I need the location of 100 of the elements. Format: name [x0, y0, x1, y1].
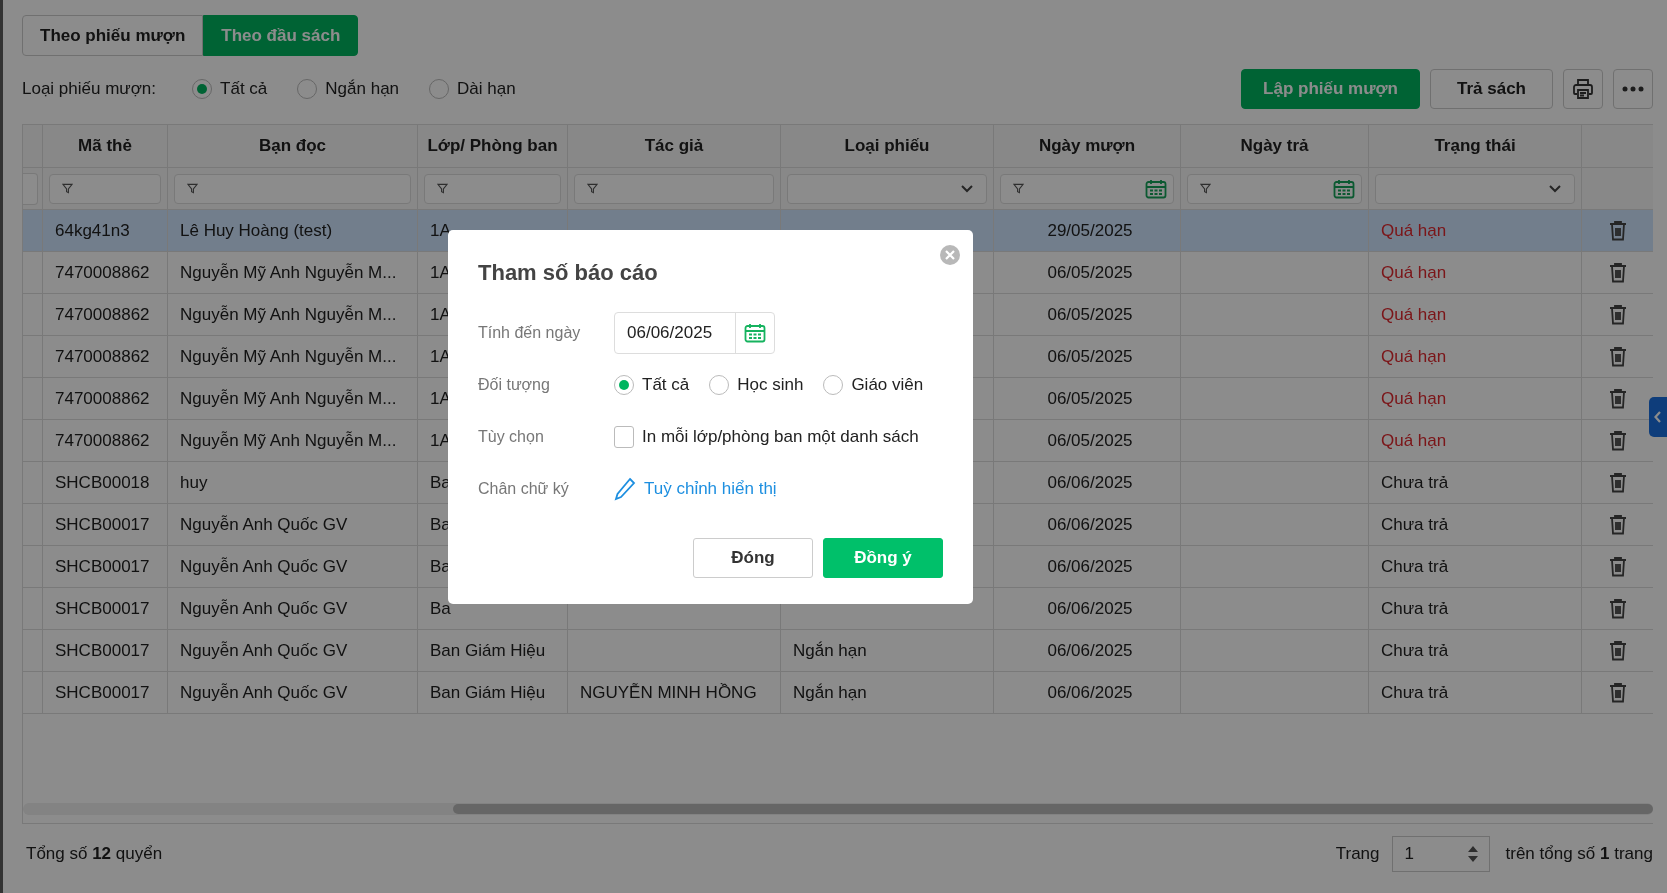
table-cell: huy: [180, 472, 208, 493]
trash-icon[interactable]: [1609, 598, 1627, 619]
table-cell: 06/06/2025: [1047, 598, 1133, 619]
page-total: trên tổng số 1 trang: [1505, 844, 1653, 864]
spinner-icon[interactable]: [1466, 844, 1479, 864]
table-cell: Nguyễn Mỹ Anh Nguyễn M...: [180, 388, 397, 409]
table-cell: Quá hạn: [1381, 262, 1447, 283]
column-filter-field[interactable]: [424, 173, 561, 204]
customize-link[interactable]: Tuỳ chỉnh hiển thị: [644, 479, 777, 499]
table-cell: Nguyễn Anh Quốc GV: [180, 514, 348, 535]
table-cell: 29/05/2025: [1047, 220, 1133, 241]
column-filter-field[interactable]: [1000, 173, 1174, 204]
trash-icon[interactable]: [1609, 388, 1627, 409]
field-label: Chân chữ ký: [478, 480, 570, 498]
table-cell: 06/06/2025: [1047, 682, 1133, 703]
radio-button[interactable]: [297, 79, 318, 99]
table-cell: Chưa trả: [1381, 598, 1449, 619]
trash-icon[interactable]: [1609, 514, 1627, 535]
table-cell: Quá hạn: [1381, 388, 1447, 409]
table-cell: 06/06/2025: [1047, 472, 1133, 493]
trash-icon[interactable]: [1609, 682, 1627, 703]
horizontal-scrollbar[interactable]: [23, 803, 1653, 815]
print-button[interactable]: [1563, 69, 1603, 109]
radio-label: Tất cả: [642, 375, 690, 395]
column-filter-field[interactable]: [574, 173, 774, 204]
table-cell: Nguyễn Anh Quốc GV: [180, 556, 348, 577]
checkbox-label: In mỗi lớp/phòng ban một danh sách: [642, 427, 919, 447]
trash-icon[interactable]: [1609, 262, 1627, 283]
chevron-left-icon: [1654, 411, 1662, 423]
radio-label: Ngắn hạn: [325, 79, 400, 99]
table-cell: SHCB00017: [55, 682, 150, 703]
checkbox[interactable]: [614, 426, 634, 448]
trash-icon[interactable]: [1609, 304, 1627, 325]
table-cell: Chưa trả: [1381, 472, 1449, 493]
view-tab[interactable]: Theo phiếu mượn: [22, 15, 204, 56]
filter-icon: [437, 183, 448, 194]
date-field[interactable]: 06/06/2025: [614, 312, 775, 354]
table-cell: Chưa trả: [1381, 640, 1449, 661]
column-header: Tác giả: [644, 136, 704, 156]
pencil-icon[interactable]: [614, 477, 636, 501]
calendar-icon[interactable]: [744, 323, 766, 343]
page-label: Trang: [1335, 844, 1380, 864]
table-cell: 06/05/2025: [1047, 430, 1133, 451]
column-filter-field[interactable]: [1187, 173, 1362, 204]
radio-button[interactable]: [614, 375, 634, 395]
table-cell: Ngắn hạn: [793, 682, 867, 703]
radio-label: Dài hạn: [457, 79, 516, 99]
close-icon[interactable]: [939, 244, 961, 266]
column-header: Loại phiếu: [844, 136, 930, 156]
table-row[interactable]: SHCB00017 Nguyễn Anh Quốc GV Ban Giám Hiệu NGUYỄN MINH HỒNG Ngắn hạn 06/06/2025 Chưa trả: [23, 672, 1653, 714]
radio-button[interactable]: [709, 375, 730, 395]
filter-icon: [62, 183, 73, 194]
filter-icon: [1200, 183, 1211, 194]
table-cell: Nguyễn Mỹ Anh Nguyễn M...: [180, 262, 397, 283]
trash-icon[interactable]: [1609, 220, 1627, 241]
radio-button[interactable]: [192, 79, 213, 99]
column-header: Lớp/ Phòng ban: [427, 136, 558, 156]
table-cell: 06/06/2025: [1047, 514, 1133, 535]
table-cell: 06/05/2025: [1047, 262, 1133, 283]
table-cell: Nguyễn Mỹ Anh Nguyễn M...: [180, 430, 397, 451]
more-button[interactable]: [1613, 69, 1653, 109]
column-header: Mã thẻ: [78, 136, 132, 156]
caret-icon: [1548, 184, 1562, 193]
trash-icon[interactable]: [1609, 556, 1627, 577]
table-cell: Nguyễn Anh Quốc GV: [180, 640, 348, 661]
column-header: Bạn đọc: [258, 136, 327, 156]
close-button[interactable]: Đóng: [693, 538, 813, 578]
trash-icon[interactable]: [1609, 430, 1627, 451]
filter-icon: [587, 183, 598, 194]
radio-button[interactable]: [429, 79, 450, 99]
calendar-icon[interactable]: [1333, 178, 1355, 199]
column-filter-field[interactable]: [174, 173, 411, 204]
dialog-title: Tham số báo cáo: [478, 260, 659, 286]
radio-button[interactable]: [823, 375, 844, 395]
column-header: Ngày mượn: [1038, 136, 1136, 156]
trash-icon[interactable]: [1609, 346, 1627, 367]
table-cell: 06/05/2025: [1047, 346, 1133, 367]
return-books-button[interactable]: Trả sách: [1430, 69, 1553, 109]
table-cell: SHCB00018: [55, 472, 150, 493]
trash-icon[interactable]: [1609, 640, 1627, 661]
field-label: Đối tượng: [478, 376, 551, 394]
table-cell: Nguyễn Anh Quốc GV: [180, 682, 348, 703]
radio-label: Tất cả: [220, 79, 268, 99]
radio-label: Giáo viên: [851, 375, 924, 395]
table-cell: NGUYỄN MINH HỒNG: [580, 682, 757, 703]
table-cell: Chưa trả: [1381, 514, 1449, 535]
calendar-icon[interactable]: [1145, 178, 1167, 199]
table-cell: Lê Huy Hoàng (test): [180, 220, 333, 241]
table-cell: 06/05/2025: [1047, 304, 1133, 325]
side-panel-toggle[interactable]: [1649, 397, 1667, 437]
trash-icon[interactable]: [1609, 472, 1627, 493]
table-cell: 06/06/2025: [1047, 640, 1133, 661]
table-row[interactable]: SHCB00017 Nguyễn Anh Quốc GV Ban Giám Hiệu Ngắn hạn 06/06/2025 Chưa trả: [23, 630, 1653, 672]
column-filter-field[interactable]: [49, 173, 161, 204]
page-number-field[interactable]: 1: [1391, 836, 1490, 872]
more-icon: [1622, 86, 1644, 92]
table-cell: Ban Giám Hiệu: [430, 640, 546, 661]
table-cell: Nguyễn Mỹ Anh Nguyễn M...: [180, 304, 397, 325]
table-cell: 7470008862: [55, 262, 150, 283]
caret-icon: [960, 184, 974, 193]
